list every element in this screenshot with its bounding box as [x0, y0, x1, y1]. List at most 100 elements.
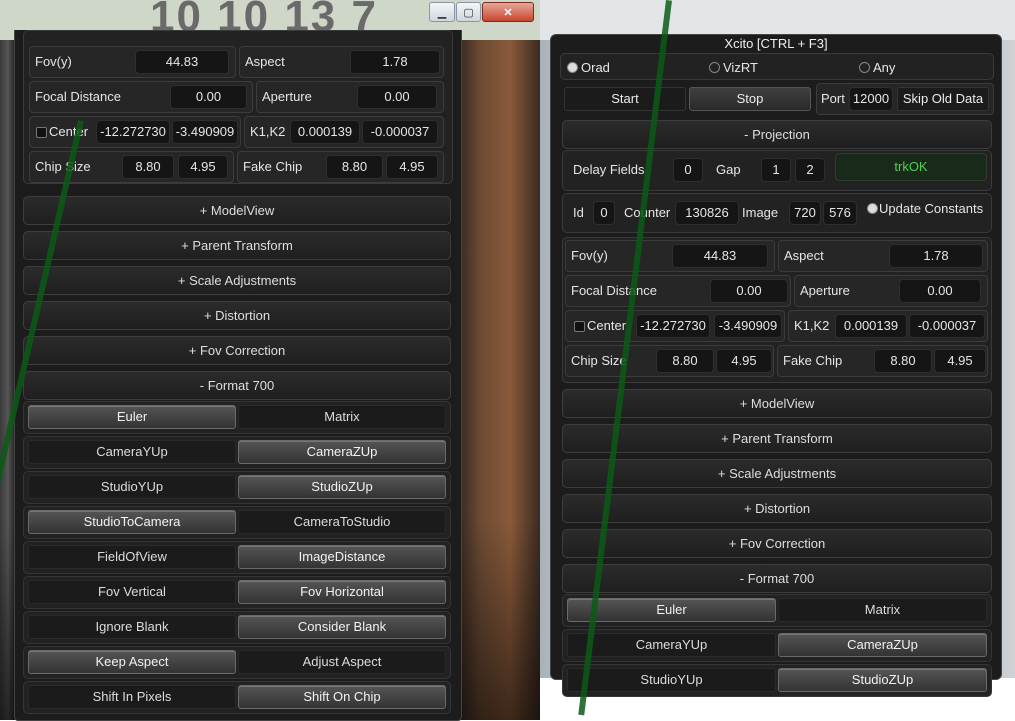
section-format-700[interactable]: - Format 700 [23, 371, 451, 400]
format-option-camerayup[interactable]: CameraYUp [567, 633, 776, 657]
projection-constants-group: Fov(y) 44.83 Aspect 1.78 Focal Distance … [23, 30, 453, 184]
any-label: Any [873, 60, 896, 75]
fov-value[interactable]: 44.83 [135, 50, 229, 74]
maximize-icon[interactable]: ▢ [456, 2, 482, 22]
window-controls: ▁ ▢ ✕ [429, 2, 534, 22]
format-option-imagedistance[interactable]: ImageDistance [238, 545, 446, 569]
right-section-modelview[interactable]: + ModelView [562, 389, 992, 418]
start-button[interactable]: Start [564, 87, 686, 111]
right-center-y-value[interactable]: -3.490909 [714, 314, 782, 338]
format-option-studioyup[interactable]: StudioYUp [567, 668, 776, 692]
format-option-euler[interactable]: Euler [28, 405, 236, 429]
format-option-shift-on-chip[interactable]: Shift On Chip [238, 685, 446, 709]
right-aspect-cell: Aspect 1.78 [778, 240, 988, 272]
k1-value[interactable]: 0.000139 [290, 120, 360, 144]
right-section-distortion[interactable]: + Distortion [562, 494, 992, 523]
aperture-value[interactable]: 0.00 [357, 85, 437, 109]
right-center-label: Center [587, 318, 627, 333]
stop-button[interactable]: Stop [689, 87, 811, 111]
format-option-row: CameraYUp CameraZUp [562, 629, 992, 662]
delay-gap-group: Delay Fields 0 Gap 1 2 trkOK [562, 150, 992, 191]
right-section-fov-correction[interactable]: + Fov Correction [562, 529, 992, 558]
format-option-camerazup[interactable]: CameraZUp [778, 633, 987, 657]
aperture-label: Aperture [262, 89, 312, 104]
id-label: Id [573, 205, 584, 220]
skip-old-data-button[interactable]: Skip Old Data [897, 87, 989, 111]
tracking-status: trkOK [835, 153, 987, 181]
right-section-scale-adjustments[interactable]: + Scale Adjustments [562, 459, 992, 488]
format-option-fieldofview[interactable]: FieldOfView [28, 545, 236, 569]
any-radio[interactable] [859, 62, 870, 73]
aspect-value[interactable]: 1.78 [350, 50, 440, 74]
right-chip-h-value[interactable]: 4.95 [716, 349, 772, 373]
center-y-value[interactable]: -3.490909 [172, 120, 238, 144]
k-label: K1,K2 [250, 124, 286, 139]
format-option-euler[interactable]: Euler [567, 598, 776, 622]
right-section-parent-transform[interactable]: + Parent Transform [562, 424, 992, 453]
right-aperture-cell: Aperture 0.00 [794, 275, 988, 307]
delay-value[interactable]: 0 [673, 158, 703, 182]
section-projection[interactable]: - Projection [562, 120, 992, 149]
right-fake-h-value[interactable]: 4.95 [934, 349, 986, 373]
id-value[interactable]: 0 [593, 201, 615, 225]
format-option-row: FieldOfView ImageDistance [23, 541, 451, 574]
format-option-fov-horizontal[interactable]: Fov Horizontal [238, 580, 446, 604]
orad-radio[interactable] [567, 62, 578, 73]
format-option-keep-aspect[interactable]: Keep Aspect [28, 650, 236, 674]
gap-a-value[interactable]: 1 [761, 158, 791, 182]
vizrt-radio[interactable] [709, 62, 720, 73]
format-option-ignore-blank[interactable]: Ignore Blank [28, 615, 236, 639]
format-option-row: Fov Vertical Fov Horizontal [23, 576, 451, 609]
right-center-checkbox[interactable] [574, 321, 585, 332]
format-option-consider-blank[interactable]: Consider Blank [238, 615, 446, 639]
right-center-cell: Center -12.272730 -3.490909 [565, 310, 785, 342]
format-option-adjust-aspect[interactable]: Adjust Aspect [238, 650, 446, 674]
right-aperture-value[interactable]: 0.00 [899, 279, 981, 303]
format-option-studioyup[interactable]: StudioYUp [28, 475, 236, 499]
right-chip-w-value[interactable]: 8.80 [656, 349, 714, 373]
right-aspect-value[interactable]: 1.78 [889, 244, 983, 268]
section-distortion[interactable]: + Distortion [23, 301, 451, 330]
section-fov-correction[interactable]: + Fov Correction [23, 336, 451, 365]
close-icon[interactable]: ✕ [482, 2, 534, 22]
format-option-matrix[interactable]: Matrix [238, 405, 446, 429]
chip-w-value[interactable]: 8.80 [122, 155, 174, 179]
image-w-value[interactable]: 720 [789, 201, 821, 225]
format-option-row: StudioYUp StudioZUp [562, 664, 992, 697]
right-fov-value[interactable]: 44.83 [672, 244, 768, 268]
format-option-matrix[interactable]: Matrix [778, 598, 987, 622]
right-fake-w-value[interactable]: 8.80 [874, 349, 932, 373]
format-option-fov-vertical[interactable]: Fov Vertical [28, 580, 236, 604]
fake-w-value[interactable]: 8.80 [326, 155, 383, 179]
focal-value[interactable]: 0.00 [170, 85, 247, 109]
section-modelview[interactable]: + ModelView [23, 196, 451, 225]
section-scale-adjustments[interactable]: + Scale Adjustments [23, 266, 451, 295]
section-parent-transform[interactable]: + Parent Transform [23, 231, 451, 260]
focal-cell: Focal Distance 0.00 [29, 81, 253, 113]
format-option-cameratostudio[interactable]: CameraToStudio [238, 510, 446, 534]
panel-title: Xcito [CTRL + F3] [724, 36, 828, 51]
right-k2-value[interactable]: -0.000037 [909, 314, 985, 338]
minimize-icon[interactable]: ▁ [429, 2, 456, 22]
center-x-value[interactable]: -12.272730 [96, 120, 170, 144]
gap-b-value[interactable]: 2 [795, 158, 825, 182]
image-h-value[interactable]: 576 [823, 201, 857, 225]
format-option-camerayup[interactable]: CameraYUp [28, 440, 236, 464]
format-option-studiozup[interactable]: StudioZUp [238, 475, 446, 499]
fake-h-value[interactable]: 4.95 [386, 155, 438, 179]
format-option-camerazup[interactable]: CameraZUp [238, 440, 446, 464]
center-cell: Center -12.272730 -3.490909 [29, 116, 241, 148]
right-focal-value[interactable]: 0.00 [710, 279, 788, 303]
chip-h-value[interactable]: 4.95 [178, 155, 228, 179]
port-value[interactable]: 12000 [849, 87, 893, 111]
k2-value[interactable]: -0.000037 [362, 120, 438, 144]
right-fov-cell: Fov(y) 44.83 [565, 240, 775, 272]
right-center-x-value[interactable]: -12.272730 [636, 314, 710, 338]
format-option-studiozup[interactable]: StudioZUp [778, 668, 987, 692]
format-option-studiotocamera[interactable]: StudioToCamera [28, 510, 236, 534]
format-option-shift-in-pixels[interactable]: Shift In Pixels [28, 685, 236, 709]
update-constants-radio[interactable] [867, 203, 878, 214]
right-section-format-700[interactable]: - Format 700 [562, 564, 992, 593]
center-checkbox[interactable] [36, 127, 47, 138]
right-k1-value[interactable]: 0.000139 [835, 314, 907, 338]
